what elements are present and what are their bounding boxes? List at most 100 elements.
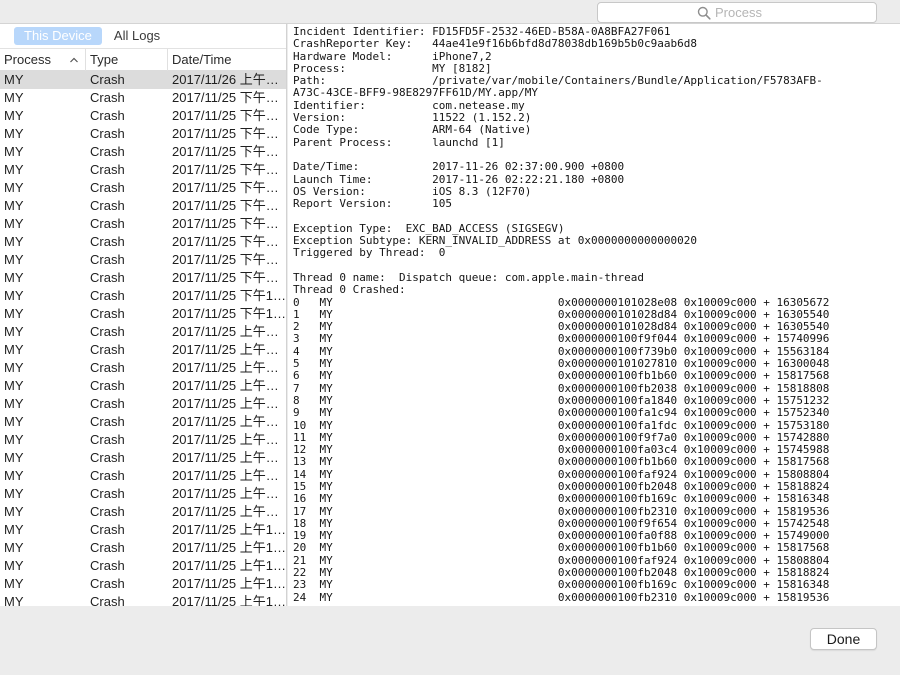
cell-date-time: 2017/11/25 下午… [172, 234, 279, 249]
cell-type: Crash [90, 126, 125, 141]
cell-date-time: 2017/11/25 上午… [172, 486, 279, 501]
table-row[interactable]: MY Crash 2017/11/25 下午… [0, 143, 286, 161]
cell-type: Crash [90, 306, 125, 321]
cell-type: Crash [90, 576, 125, 591]
cell-process: MY [4, 126, 24, 141]
table-row[interactable]: MY Crash 2017/11/25 下午… [0, 215, 286, 233]
table-row[interactable]: MY Crash 2017/11/25 下午… [0, 125, 286, 143]
cell-type: Crash [90, 324, 125, 339]
cell-type: Crash [90, 162, 125, 177]
table-row[interactable]: MY Crash 2017/11/25 上午… [0, 323, 286, 341]
cell-type: Crash [90, 342, 125, 357]
cell-process: MY [4, 468, 24, 483]
cell-process: MY [4, 360, 24, 375]
table-row[interactable]: MY Crash 2017/11/26 上午… [0, 71, 286, 89]
cell-type: Crash [90, 522, 125, 537]
table-row[interactable]: MY Crash 2017/11/25 上午… [0, 449, 286, 467]
cell-date-time: 2017/11/25 上午… [172, 450, 279, 465]
cell-process: MY [4, 450, 24, 465]
cell-process: MY [4, 198, 24, 213]
table-row[interactable]: MY Crash 2017/11/25 下午… [0, 107, 286, 125]
table-row[interactable]: MY Crash 2017/11/25 上午… [0, 467, 286, 485]
cell-type: Crash [90, 540, 125, 555]
table-row[interactable]: MY Crash 2017/11/25 上午1… [0, 521, 286, 539]
cell-process: MY [4, 270, 24, 285]
cell-process: MY [4, 576, 24, 591]
cell-process: MY [4, 414, 24, 429]
cell-type: Crash [90, 144, 125, 159]
column-header-process[interactable]: Process [0, 49, 86, 71]
table-row[interactable]: MY Crash 2017/11/25 下午… [0, 197, 286, 215]
cell-date-time: 2017/11/25 上午1… [172, 594, 286, 606]
table-row[interactable]: MY Crash 2017/11/25 下午… [0, 179, 286, 197]
search-field[interactable] [597, 2, 877, 23]
column-header-label: Process [4, 52, 51, 67]
cell-process: MY [4, 90, 24, 105]
cell-process: MY [4, 288, 24, 303]
cell-type: Crash [90, 108, 125, 123]
cell-process: MY [4, 522, 24, 537]
cell-date-time: 2017/11/25 下午… [172, 90, 279, 105]
cell-date-time: 2017/11/25 下午… [172, 162, 279, 177]
table-row[interactable]: MY Crash 2017/11/25 上午1… [0, 575, 286, 593]
cell-type: Crash [90, 414, 125, 429]
table-row[interactable]: MY Crash 2017/11/25 下午… [0, 251, 286, 269]
cell-type: Crash [90, 288, 125, 303]
cell-type: Crash [90, 72, 125, 87]
cell-type: Crash [90, 378, 125, 393]
table-row[interactable]: MY Crash 2017/11/25 下午… [0, 233, 286, 251]
search-icon [697, 6, 711, 20]
table-row[interactable]: MY Crash 2017/11/25 上午… [0, 377, 286, 395]
cell-process: MY [4, 486, 24, 501]
cell-process: MY [4, 594, 24, 606]
cell-date-time: 2017/11/25 下午… [172, 144, 279, 159]
cell-date-time: 2017/11/25 下午… [172, 270, 279, 285]
table-row[interactable]: MY Crash 2017/11/25 上午… [0, 431, 286, 449]
cell-process: MY [4, 396, 24, 411]
source-segmented-control: This Device All Logs [0, 24, 286, 49]
segment-all-logs[interactable]: All Logs [104, 27, 170, 45]
search-input[interactable] [715, 5, 777, 20]
segment-this-device[interactable]: This Device [14, 27, 102, 45]
cell-type: Crash [90, 396, 125, 411]
table-row[interactable]: MY Crash 2017/11/25 上午… [0, 359, 286, 377]
cell-process: MY [4, 216, 24, 231]
cell-process: MY [4, 180, 24, 195]
log-list-panel: This Device All Logs Process Type Date/T… [0, 24, 287, 606]
table-row[interactable]: MY Crash 2017/11/25 上午… [0, 485, 286, 503]
cell-date-time: 2017/11/25 下午… [172, 108, 279, 123]
cell-type: Crash [90, 180, 125, 195]
table-row[interactable]: MY Crash 2017/11/25 下午… [0, 269, 286, 287]
table-row[interactable]: MY Crash 2017/11/25 上午1… [0, 539, 286, 557]
table-row[interactable]: MY Crash 2017/11/25 上午… [0, 503, 286, 521]
cell-date-time: 2017/11/25 上午… [172, 468, 279, 483]
table-row[interactable]: MY Crash 2017/11/25 上午1… [0, 593, 286, 606]
cell-date-time: 2017/11/25 上午… [172, 414, 279, 429]
cell-process: MY [4, 540, 24, 555]
done-button[interactable]: Done [810, 628, 877, 650]
table-row[interactable]: MY Crash 2017/11/25 上午… [0, 395, 286, 413]
cell-type: Crash [90, 558, 125, 573]
cell-type: Crash [90, 252, 125, 267]
cell-date-time: 2017/11/25 上午1… [172, 540, 286, 555]
crash-log-text: Incident Identifier: FD15FD5F-2532-46ED-… [293, 25, 830, 604]
cell-type: Crash [90, 216, 125, 231]
table-row[interactable]: MY Crash 2017/11/25 下午1… [0, 287, 286, 305]
cell-process: MY [4, 252, 24, 267]
column-header-type[interactable]: Type [86, 49, 168, 71]
table-row[interactable]: MY Crash 2017/11/25 下午1… [0, 305, 286, 323]
table-row[interactable]: MY Crash 2017/11/25 上午… [0, 341, 286, 359]
table-row[interactable]: MY Crash 2017/11/25 上午… [0, 413, 286, 431]
cell-type: Crash [90, 594, 125, 606]
table-row[interactable]: MY Crash 2017/11/25 下午… [0, 161, 286, 179]
cell-date-time: 2017/11/25 下午… [172, 126, 279, 141]
table-row[interactable]: MY Crash 2017/11/25 下午… [0, 89, 286, 107]
table-body: MY Crash 2017/11/26 上午… MY Crash 2017/11/25 下… [0, 71, 286, 606]
table-row[interactable]: MY Crash 2017/11/25 上午1… [0, 557, 286, 575]
cell-date-time: 2017/11/26 上午… [172, 72, 279, 87]
cell-process: MY [4, 504, 24, 519]
cell-process: MY [4, 324, 24, 339]
cell-date-time: 2017/11/25 上午… [172, 378, 279, 393]
crash-log-view[interactable]: Incident Identifier: FD15FD5F-2532-46ED-… [288, 24, 900, 606]
column-header-date-time[interactable]: Date/Time [168, 49, 286, 71]
